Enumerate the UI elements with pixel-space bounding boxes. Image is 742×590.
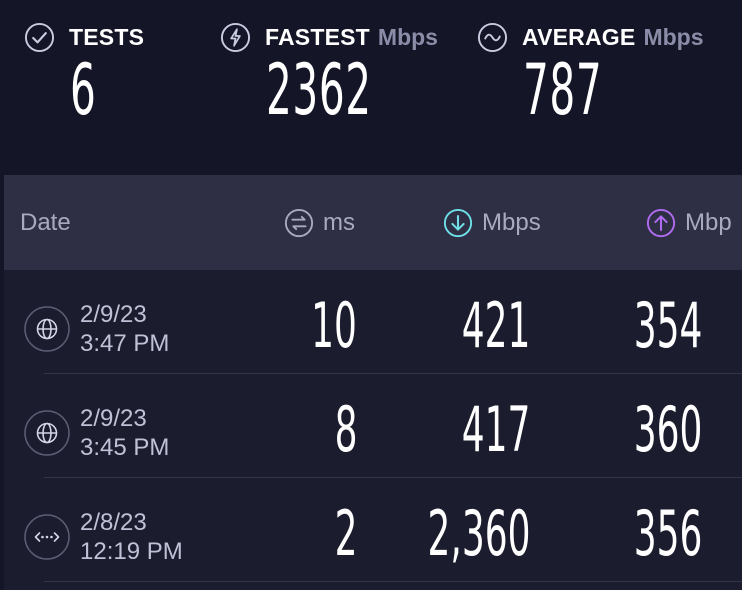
fastest-unit: Mbps xyxy=(377,23,438,50)
upload-column-label: Mbp xyxy=(685,209,732,236)
ping-value: 2 xyxy=(334,497,357,570)
ping-icon xyxy=(284,208,314,238)
column-header-ping[interactable]: ms xyxy=(284,205,355,241)
ping-value: 10 xyxy=(311,289,357,362)
upload-value: 360 xyxy=(633,393,702,466)
row-time: 12:19 PM xyxy=(80,538,183,565)
table-row[interactable]: 2/9/23 3:47 PM 10 421 354 xyxy=(4,270,742,374)
row-date: 2/9/23 xyxy=(80,301,147,328)
row-datetime: 2/8/23 12:19 PM xyxy=(80,508,183,566)
ping-value: 8 xyxy=(334,393,357,466)
table-row[interactable]: 2/9/23 3:45 PM 8 417 360 xyxy=(4,374,742,478)
upload-value: 356 xyxy=(633,497,702,570)
tests-value: 6 xyxy=(70,49,97,131)
date-column-label: Date xyxy=(20,209,71,236)
row-datetime: 2/9/23 3:47 PM xyxy=(80,300,169,358)
column-header-download[interactable]: Mbps xyxy=(443,205,541,241)
row-divider xyxy=(44,581,742,582)
globe-icon xyxy=(24,306,70,352)
column-header-date[interactable]: Date xyxy=(20,205,71,241)
row-date: 2/9/23 xyxy=(80,405,147,432)
lightning-icon xyxy=(220,22,251,52)
fastest-value: 2362 xyxy=(266,49,372,131)
table-row[interactable]: 2/8/23 12:19 PM 2 2,360 356 xyxy=(4,478,742,582)
average-label: AVERAGE xyxy=(522,23,636,50)
results-table: Date ms Mbps Mbp 2/9/23 3:47 PM 10 421 3… xyxy=(4,175,742,590)
upload-value: 354 xyxy=(633,289,702,362)
column-header-upload[interactable]: Mbp xyxy=(646,205,732,241)
tests-label: TESTS xyxy=(69,23,145,50)
ping-column-label: ms xyxy=(323,209,355,236)
download-value: 2,360 xyxy=(427,497,530,570)
globe-icon xyxy=(24,410,70,456)
wave-icon xyxy=(477,22,508,52)
upload-arrow-icon xyxy=(646,208,676,238)
row-date: 2/8/23 xyxy=(80,509,147,536)
row-time: 3:47 PM xyxy=(80,330,170,357)
row-datetime: 2/9/23 3:45 PM xyxy=(80,404,169,462)
average-value: 787 xyxy=(523,49,603,131)
table-header: Date ms Mbps Mbp xyxy=(4,175,742,270)
fastest-label: FASTEST xyxy=(265,23,370,50)
download-value: 417 xyxy=(461,393,530,466)
row-time: 3:45 PM xyxy=(80,434,170,461)
connections-icon xyxy=(24,514,70,560)
download-arrow-icon xyxy=(443,208,473,238)
download-value: 421 xyxy=(461,289,530,362)
download-column-label: Mbps xyxy=(482,209,541,236)
checkmark-circle-icon xyxy=(24,22,55,52)
average-unit: Mbps xyxy=(643,23,704,50)
